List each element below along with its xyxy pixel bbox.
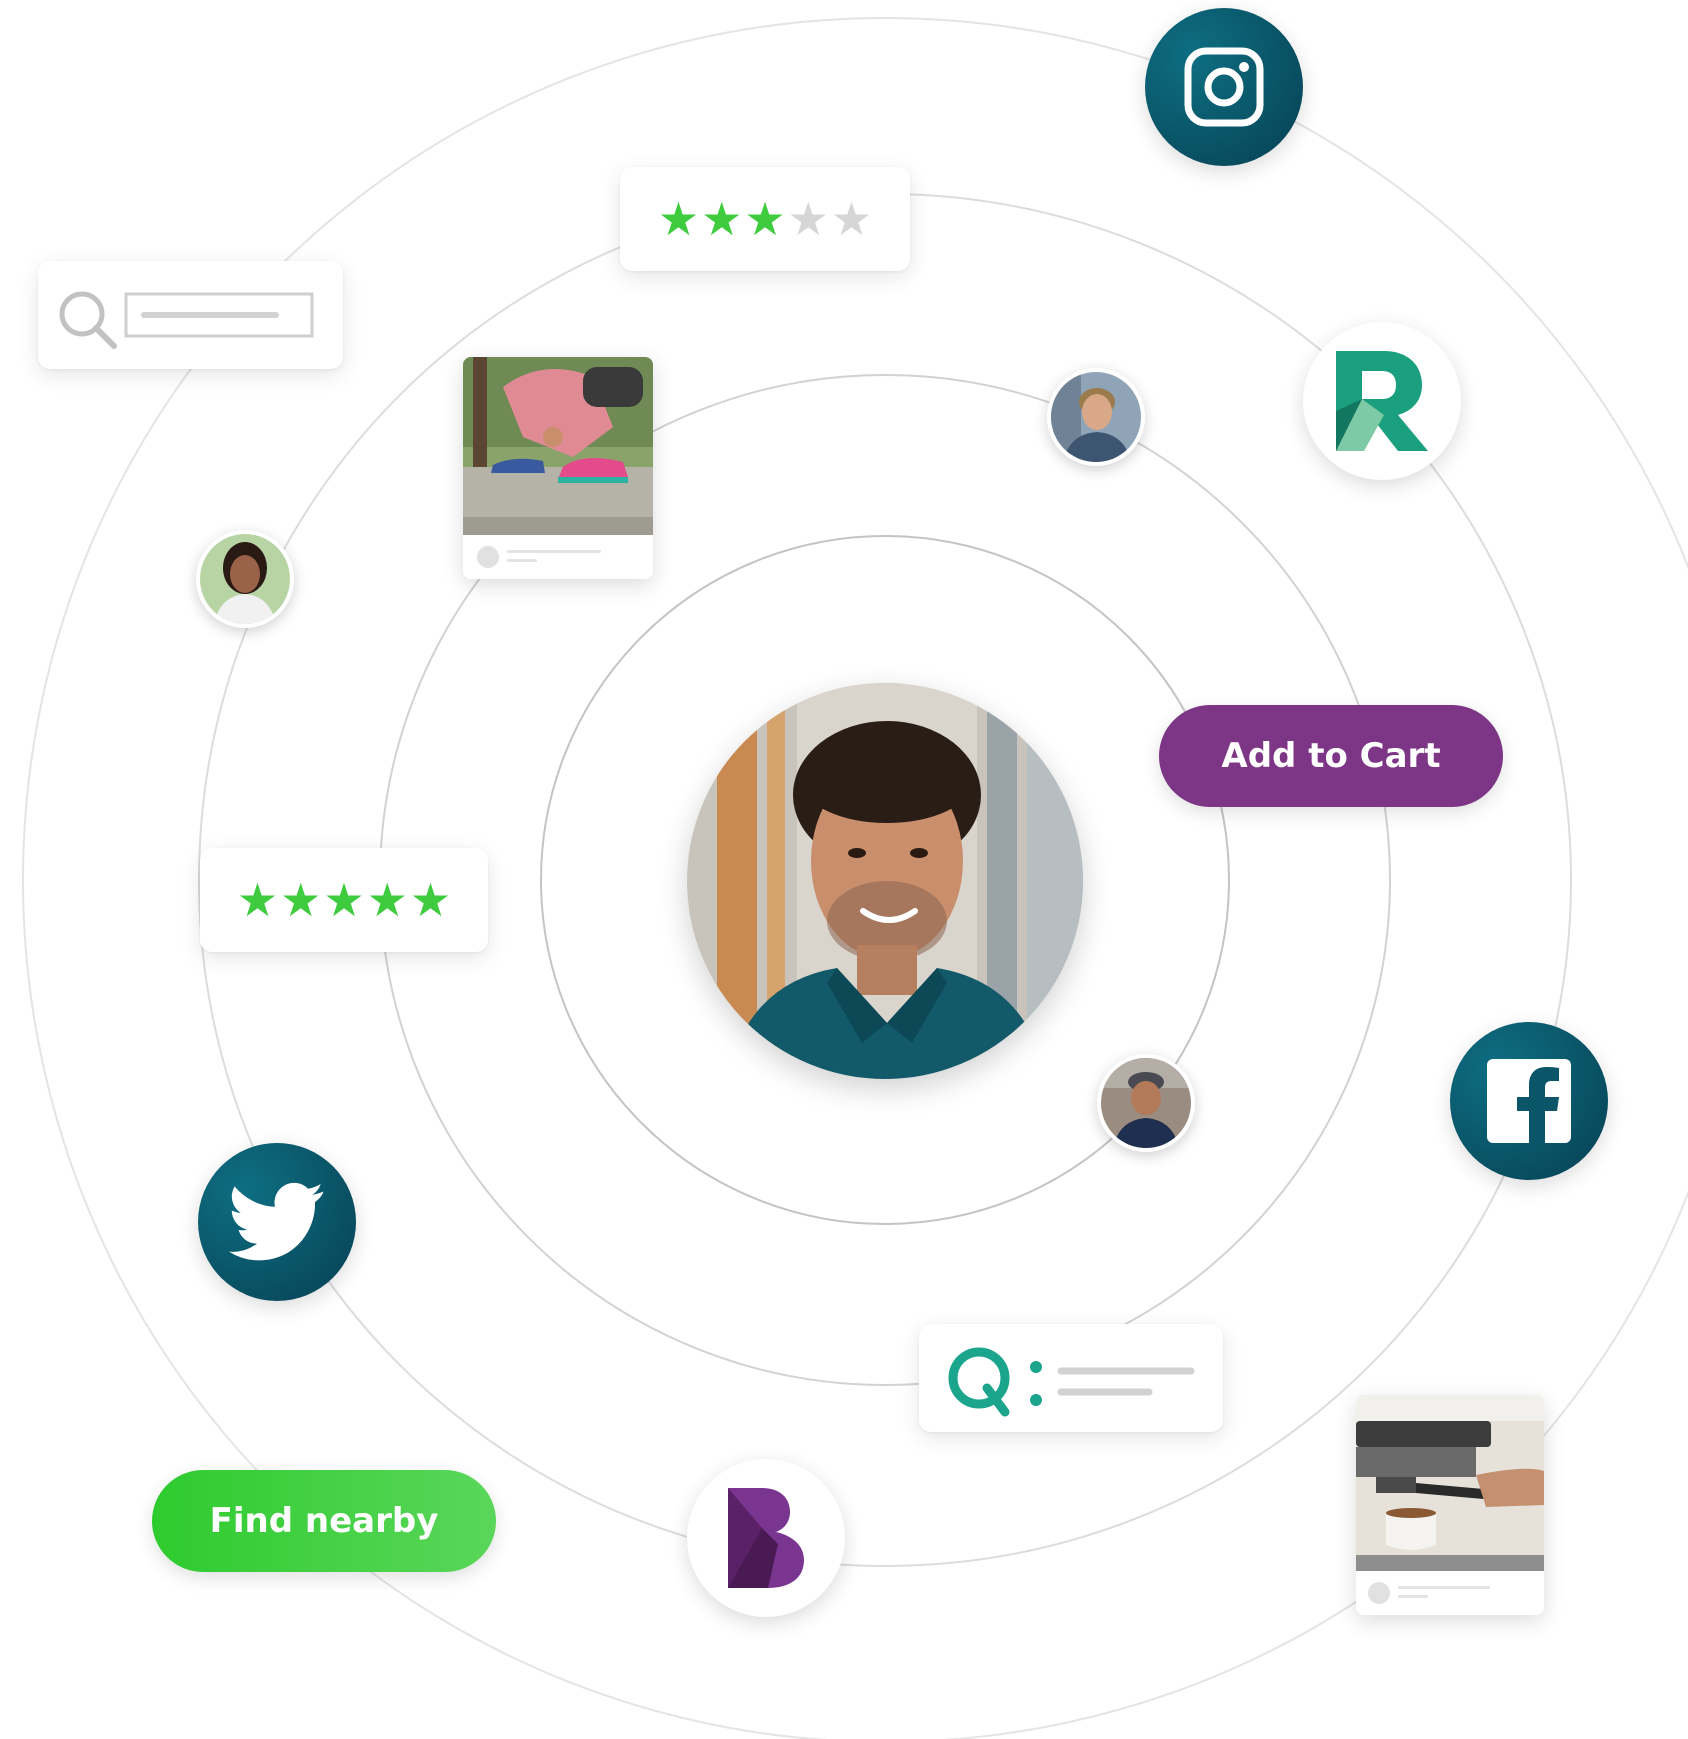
- instagram-icon: [1184, 47, 1264, 127]
- question-card: [919, 1324, 1223, 1432]
- post-meta-line: [507, 559, 537, 562]
- facebook-icon: [1487, 1059, 1571, 1143]
- post-meta-line: [507, 550, 601, 553]
- question-icon: [948, 1347, 1042, 1417]
- post-meta-line: [1398, 1595, 1428, 1598]
- star-filled-icon: ★: [409, 873, 452, 927]
- star-filled-icon: ★: [236, 873, 279, 927]
- search-icon: [59, 291, 117, 349]
- post-card-running: [463, 357, 653, 579]
- avatar-man-helmet: [1097, 1054, 1195, 1152]
- search-card[interactable]: [38, 261, 343, 369]
- star-filled-icon: ★: [701, 192, 743, 246]
- b-logo: [728, 1488, 804, 1588]
- facebook-badge[interactable]: [1450, 1022, 1608, 1180]
- r-logo-badge[interactable]: [1303, 322, 1461, 480]
- instagram-badge[interactable]: [1145, 8, 1303, 166]
- coffee-machine-photo: [1356, 1395, 1544, 1571]
- star-empty-icon: ★: [787, 192, 829, 246]
- post-avatar-placeholder: [477, 546, 499, 568]
- rating-card-left: ★ ★ ★ ★ ★: [200, 848, 488, 952]
- twitter-icon: [229, 1182, 324, 1261]
- running-shoes-photo: [463, 357, 653, 535]
- center-portrait: [687, 683, 1083, 1079]
- add-to-cart-button[interactable]: Add to Cart: [1159, 705, 1503, 807]
- avatar-woman: [196, 530, 294, 628]
- star-rating-3: ★ ★ ★ ★ ★: [620, 167, 910, 271]
- star-filled-icon: ★: [657, 192, 700, 246]
- r-logo: [1336, 351, 1428, 451]
- twitter-badge[interactable]: [198, 1143, 356, 1301]
- star-empty-icon: ★: [830, 192, 873, 246]
- star-filled-icon: ★: [323, 873, 365, 927]
- star-filled-icon: ★: [366, 873, 408, 927]
- find-nearby-button[interactable]: Find nearby: [152, 1470, 496, 1572]
- post-card-coffee: [1356, 1395, 1544, 1615]
- orbit-illustration: ★ ★ ★ ★ ★ ★ ★ ★ ★ ★ Add to Cart Find nea…: [0, 0, 1688, 1739]
- search-input[interactable]: [124, 292, 314, 338]
- rating-card-top: ★ ★ ★ ★ ★: [620, 167, 910, 271]
- star-filled-icon: ★: [280, 873, 322, 927]
- b-logo-badge[interactable]: [687, 1459, 845, 1617]
- avatar-man-blond: [1047, 368, 1145, 466]
- star-rating-5: ★ ★ ★ ★ ★: [200, 848, 488, 952]
- post-avatar-placeholder: [1368, 1582, 1390, 1604]
- star-filled-icon: ★: [744, 192, 786, 246]
- post-meta-line: [1398, 1586, 1490, 1589]
